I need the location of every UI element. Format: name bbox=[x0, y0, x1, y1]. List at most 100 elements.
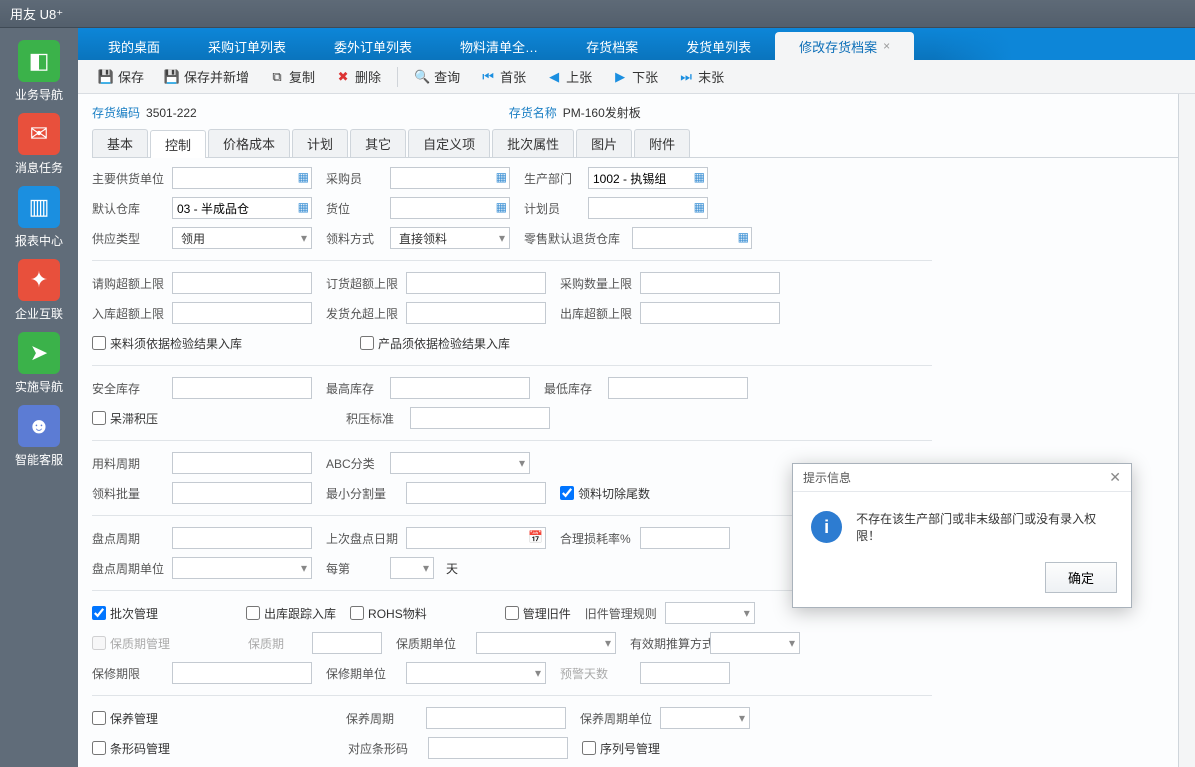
stag-std-input[interactable] bbox=[410, 407, 550, 429]
sidebar-item-biznav[interactable]: ◧业务导航 bbox=[10, 40, 68, 103]
every-combo[interactable] bbox=[390, 557, 434, 579]
purchaser-input[interactable] bbox=[390, 167, 510, 189]
chk-serial[interactable]: 序列号管理 bbox=[582, 740, 660, 757]
picktype-combo[interactable]: 直接领料 bbox=[390, 227, 510, 249]
app-title: 用友 U8⁺ bbox=[10, 4, 63, 23]
chk-out-track[interactable]: 出库跟踪入库 bbox=[246, 605, 336, 622]
tab-desktop[interactable]: 我的桌面 bbox=[84, 32, 184, 60]
first-icon: ⏮ bbox=[480, 69, 496, 85]
impl-icon: ➤ bbox=[18, 332, 60, 374]
loc-input[interactable] bbox=[390, 197, 510, 219]
subtab-plan[interactable]: 计划 bbox=[292, 129, 348, 157]
content: 存货编码 3501-222 存货名称 PM-160发射板 基本 控制 价格成本 … bbox=[78, 94, 1195, 767]
subtab-price[interactable]: 价格成本 bbox=[208, 129, 290, 157]
copy-button[interactable]: ⧉复制 bbox=[261, 63, 323, 90]
abc-combo[interactable] bbox=[390, 452, 530, 474]
ok-button[interactable]: 确定 bbox=[1045, 562, 1117, 593]
chk-maint[interactable]: 保养管理 bbox=[92, 710, 158, 727]
safe-input[interactable] bbox=[172, 377, 312, 399]
in-over-input[interactable] bbox=[172, 302, 312, 324]
toolbar: 💾保存 💾保存并新增 ⧉复制 ✖删除 🔍查询 ⏮首张 ◀上张 ▶下张 ⏭末张 bbox=[78, 60, 1195, 94]
save-new-icon: 💾 bbox=[164, 69, 180, 85]
defwh-input[interactable] bbox=[172, 197, 312, 219]
maint-unit-combo[interactable] bbox=[660, 707, 750, 729]
last-icon: ⏭ bbox=[678, 69, 694, 85]
lossrate-input[interactable] bbox=[640, 527, 730, 549]
enterprise-icon: ✦ bbox=[18, 259, 60, 301]
query-icon: 🔍 bbox=[414, 69, 430, 85]
sidebar-item-impl[interactable]: ➤实施导航 bbox=[10, 332, 68, 395]
ship-over-input[interactable] bbox=[406, 302, 546, 324]
subtab-attach[interactable]: 附件 bbox=[634, 129, 690, 157]
reports-icon: ▥ bbox=[18, 186, 60, 228]
maint-cycle-input[interactable] bbox=[426, 707, 566, 729]
chk-cuttail[interactable]: 领料切除尾数 bbox=[560, 485, 650, 502]
subtab-control[interactable]: 控制 bbox=[150, 130, 206, 158]
lastinv-input[interactable] bbox=[406, 527, 546, 549]
tab-delivery[interactable]: 发货单列表 bbox=[662, 32, 775, 60]
chk-rohs[interactable]: ROHS物料 bbox=[350, 605, 427, 622]
biznav-icon: ◧ bbox=[18, 40, 60, 82]
prev-icon: ◀ bbox=[546, 69, 562, 85]
barcode-input[interactable] bbox=[428, 737, 568, 759]
sidebar-item-messages[interactable]: ✉消息任务 bbox=[10, 113, 68, 176]
warndays-input bbox=[640, 662, 730, 684]
close-icon[interactable]: × bbox=[883, 39, 890, 53]
suptype-combo[interactable]: 领用 bbox=[172, 227, 312, 249]
save-new-button[interactable]: 💾保存并新增 bbox=[156, 63, 257, 90]
min-input[interactable] bbox=[608, 377, 748, 399]
delete-button[interactable]: ✖删除 bbox=[327, 63, 389, 90]
sidebar-item-enterprise[interactable]: ✦企业互联 bbox=[10, 259, 68, 322]
tab-outsource-orders[interactable]: 委外订单列表 bbox=[310, 32, 436, 60]
usecycle-input[interactable] bbox=[172, 452, 312, 474]
minsplit-input[interactable] bbox=[406, 482, 546, 504]
tab-inventory[interactable]: 存货档案 bbox=[562, 32, 662, 60]
subtab-batchattr[interactable]: 批次属性 bbox=[492, 129, 574, 157]
subtab-custom[interactable]: 自定义项 bbox=[408, 129, 490, 157]
prev-button[interactable]: ◀上张 bbox=[538, 63, 600, 90]
sidebar-item-reports[interactable]: ▥报表中心 bbox=[10, 186, 68, 249]
invunit-combo[interactable] bbox=[172, 557, 312, 579]
buyqty-input[interactable] bbox=[640, 272, 780, 294]
invcycle-input[interactable] bbox=[172, 527, 312, 549]
chk-batch[interactable]: 批次管理 bbox=[92, 605, 158, 622]
chk-barcode[interactable]: 条形码管理 bbox=[92, 740, 170, 757]
chk-prod-by-insp[interactable]: 产品须依据检验结果入库 bbox=[360, 335, 510, 352]
chk-in-by-insp[interactable]: 来料须依据检验结果入库 bbox=[92, 335, 242, 352]
code-label: 存货编码 bbox=[92, 104, 140, 121]
subtab-other[interactable]: 其它 bbox=[350, 129, 406, 157]
shelf-unit-combo[interactable] bbox=[476, 632, 616, 654]
dialog-title: 提示信息 bbox=[803, 469, 851, 486]
sidebar: ◧业务导航 ✉消息任务 ▥报表中心 ✦企业互联 ➤实施导航 ☻智能客服 bbox=[0, 28, 78, 767]
supplier-input[interactable] bbox=[172, 167, 312, 189]
save-button[interactable]: 💾保存 bbox=[90, 63, 152, 90]
req-over-input[interactable] bbox=[172, 272, 312, 294]
tab-purchase-orders[interactable]: 采购订单列表 bbox=[184, 32, 310, 60]
chk-stagnant[interactable]: 呆滞积压 bbox=[92, 410, 158, 427]
tab-edit-inventory[interactable]: 修改存货档案× bbox=[775, 32, 914, 60]
chk-old[interactable]: 管理旧件 bbox=[505, 605, 571, 622]
close-icon[interactable]: ✕ bbox=[1109, 469, 1121, 486]
validcalc-combo[interactable] bbox=[710, 632, 800, 654]
repair-input[interactable] bbox=[172, 662, 312, 684]
retwh-input[interactable] bbox=[632, 227, 752, 249]
vertical-scrollbar[interactable] bbox=[1178, 94, 1195, 767]
query-button[interactable]: 🔍查询 bbox=[406, 63, 468, 90]
last-button[interactable]: ⏭末张 bbox=[670, 63, 732, 90]
subtabs: 基本 控制 价格成本 计划 其它 自定义项 批次属性 图片 附件 bbox=[92, 129, 1181, 158]
delete-icon: ✖ bbox=[335, 69, 351, 85]
subtab-image[interactable]: 图片 bbox=[576, 129, 632, 157]
first-button[interactable]: ⏮首张 bbox=[472, 63, 534, 90]
repair-unit-combo[interactable] bbox=[406, 662, 546, 684]
next-button[interactable]: ▶下张 bbox=[604, 63, 666, 90]
tab-bom[interactable]: 物料清单全… bbox=[436, 32, 562, 60]
subtab-basic[interactable]: 基本 bbox=[92, 129, 148, 157]
planner-input[interactable] bbox=[588, 197, 708, 219]
sidebar-item-support[interactable]: ☻智能客服 bbox=[10, 405, 68, 468]
max-input[interactable] bbox=[390, 377, 530, 399]
order-over-input[interactable] bbox=[406, 272, 546, 294]
pickbatch-input[interactable] bbox=[172, 482, 312, 504]
out-over-input[interactable] bbox=[640, 302, 780, 324]
dept-input[interactable] bbox=[588, 167, 708, 189]
oldrule-combo[interactable] bbox=[665, 602, 755, 624]
